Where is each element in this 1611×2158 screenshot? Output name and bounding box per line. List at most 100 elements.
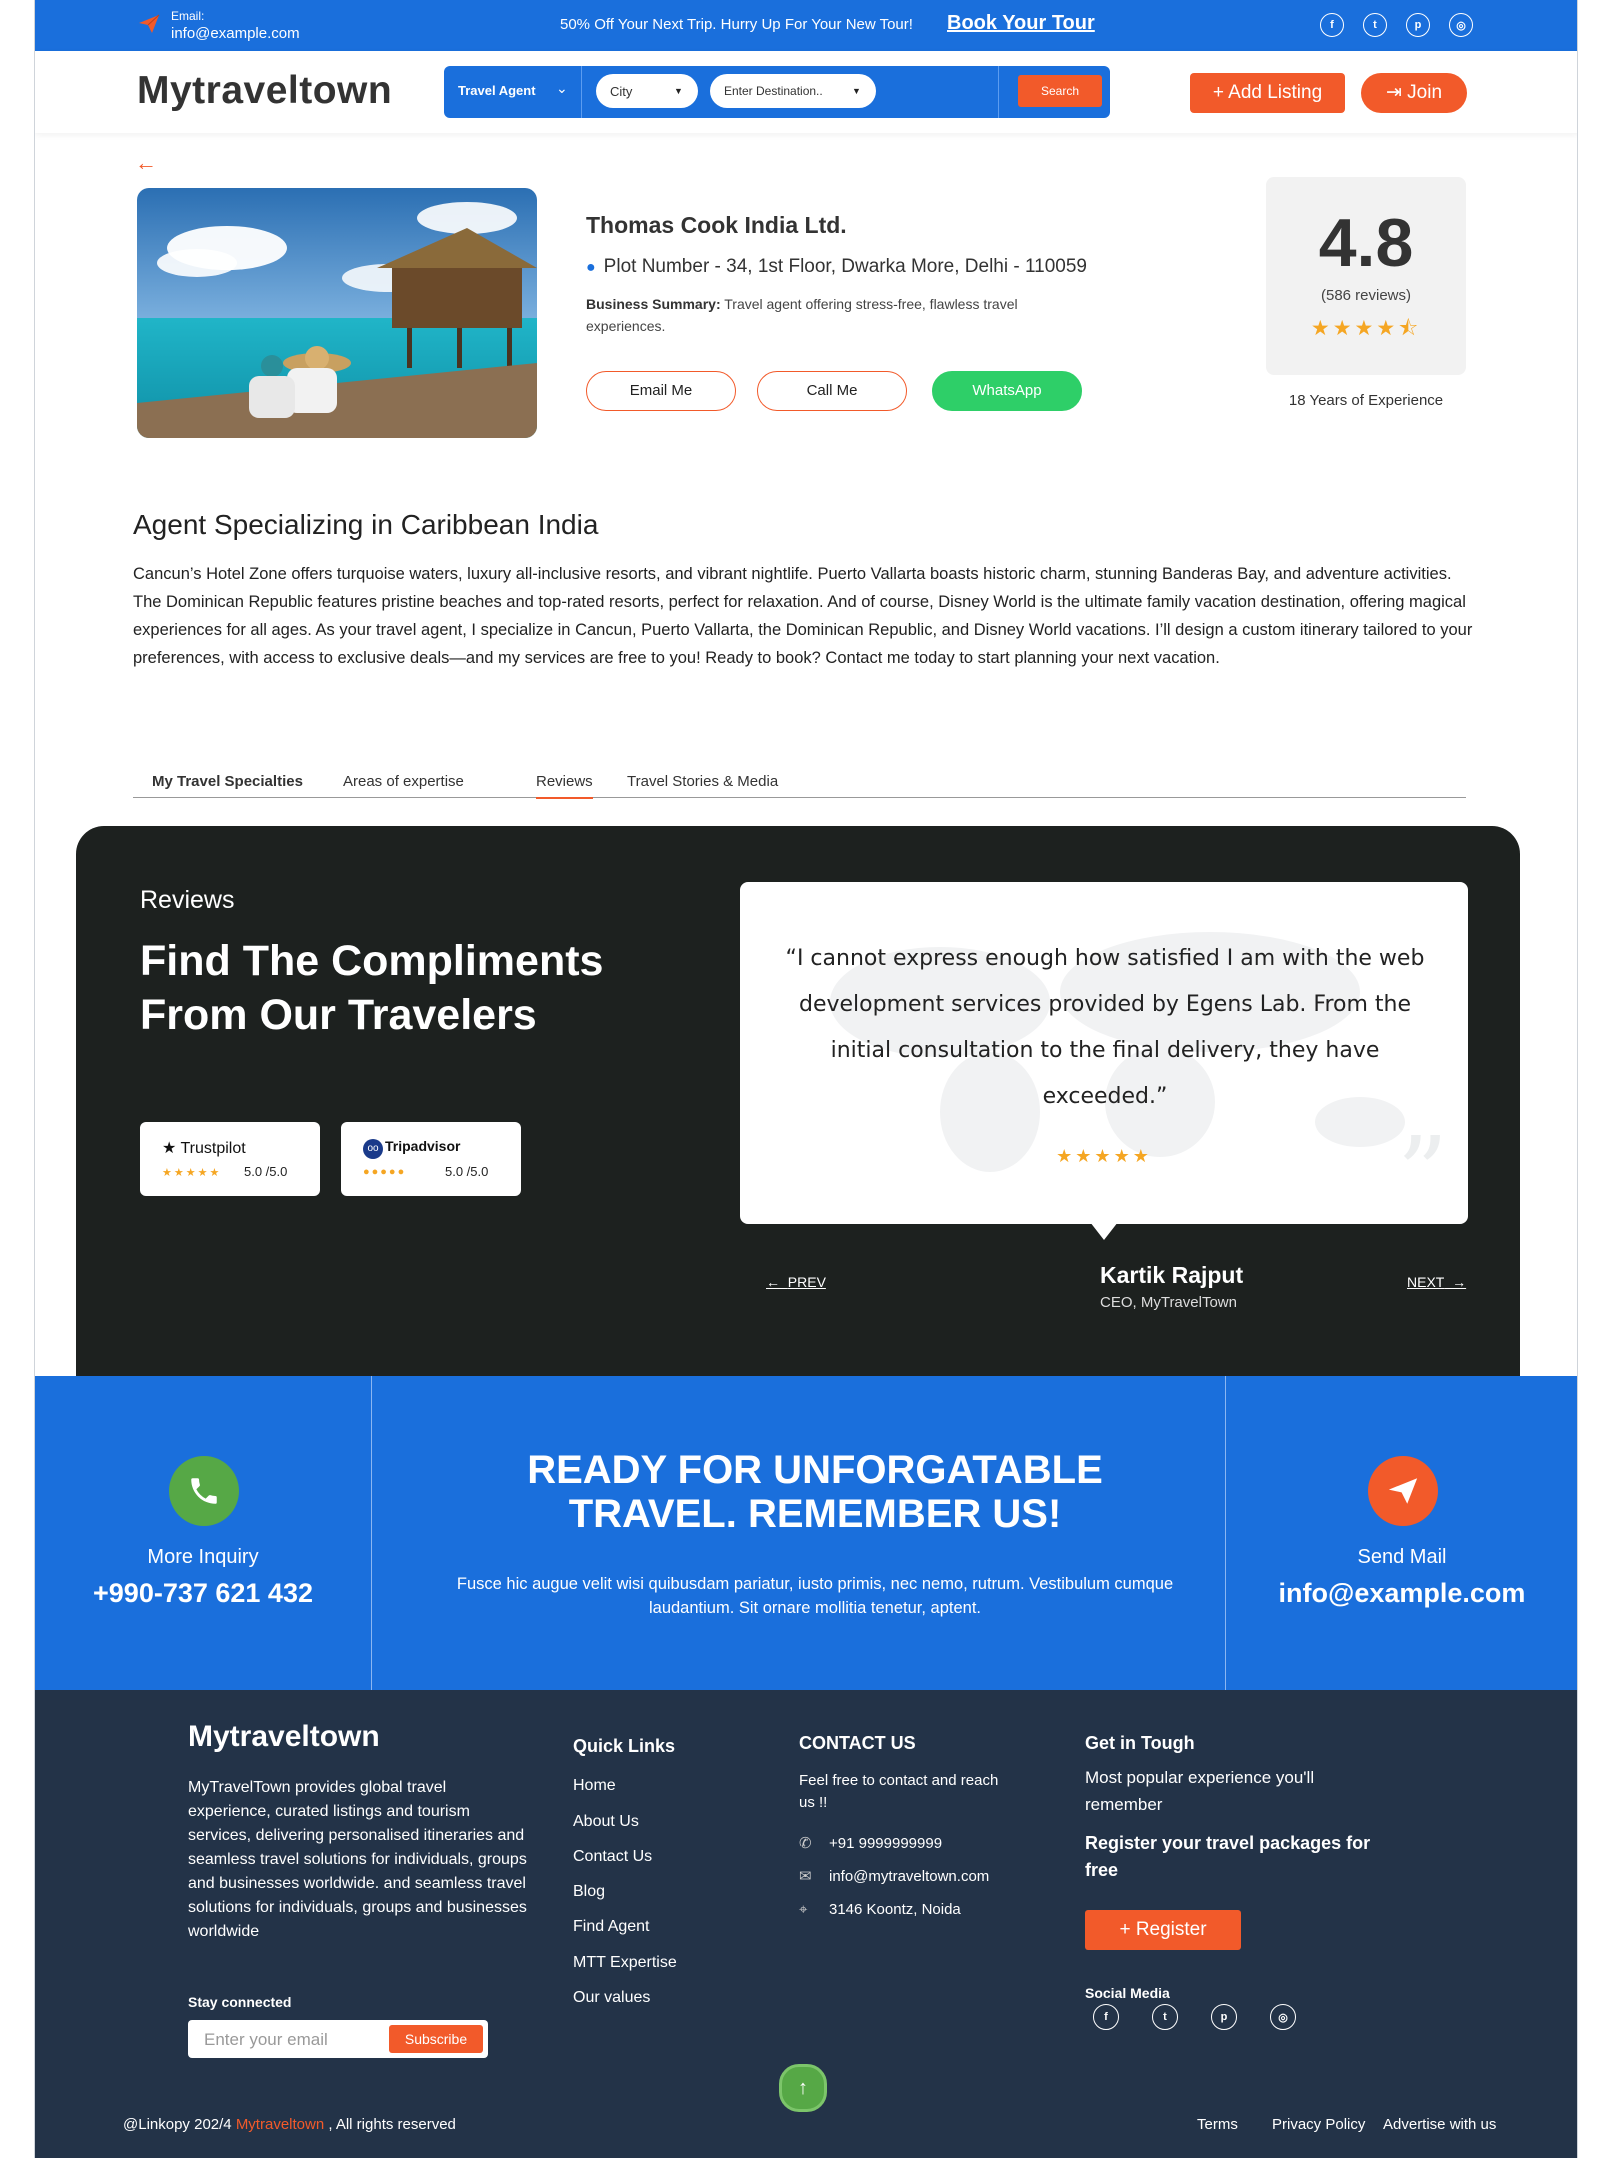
email-value[interactable]: info@example.com: [171, 25, 300, 42]
business-photo: [137, 188, 537, 438]
facebook-icon[interactable]: f: [1093, 2004, 1119, 2030]
send-mail-label: Send Mail: [1357, 1546, 1447, 1568]
join-label: Join: [1407, 82, 1443, 103]
destination-select[interactable]: Enter Destination.. ▼: [710, 74, 876, 108]
email-label: Email:: [171, 9, 205, 23]
footer-link-our-values[interactable]: Our values: [573, 1989, 650, 2007]
mail-icon: ✉: [799, 1868, 812, 1885]
quote-icon: ”: [1396, 1115, 1448, 1232]
business-name: Thomas Cook India Ltd.: [586, 212, 847, 238]
divider: [371, 1376, 372, 1690]
login-icon: ⇥: [1385, 82, 1408, 103]
address-text: Plot Number - 34, 1st Floor, Dwarka More…: [603, 256, 1087, 277]
top-bar: Email: info@example.com 50% Off Your Nex…: [35, 0, 1577, 51]
social-media-title: Social Media: [1085, 1985, 1170, 2001]
newsletter-email-input[interactable]: Enter your email: [204, 2030, 328, 2050]
footer-link-home[interactable]: Home: [573, 1777, 616, 1795]
stay-connected-label: Stay connected: [188, 1994, 292, 2010]
map-pin-icon: ●: [586, 259, 596, 276]
tripadvisor-owl-icon: oo: [363, 1139, 383, 1159]
tab-travel-specialties[interactable]: My Travel Specialties: [152, 773, 303, 797]
chevron-down-icon: ▼: [852, 86, 861, 96]
reviews-section: Reviews Find The Compliments From Our Tr…: [76, 826, 1520, 1376]
prev-button[interactable]: ← PREV: [766, 1274, 826, 1290]
inquiry-phone[interactable]: +990-737 621 432: [35, 1578, 371, 1609]
search-button[interactable]: Search: [1018, 75, 1102, 107]
plus-icon: +: [1212, 82, 1229, 103]
summary-label: Business Summary:: [586, 296, 721, 312]
badge-stars: ★★★★★: [162, 1167, 222, 1179]
chevron-down-icon[interactable]: ⌄: [556, 80, 568, 97]
twitter-icon[interactable]: t: [1363, 13, 1387, 37]
footer-link-about[interactable]: About Us: [573, 1813, 639, 1831]
contact-phone: +91 9999999999: [829, 1835, 943, 1852]
footer-privacy-link[interactable]: Privacy Policy: [1272, 2116, 1365, 2133]
touch-text: Most popular experience you'll remember: [1085, 1768, 1315, 1814]
category-select[interactable]: Travel Agent: [458, 83, 536, 98]
contact-phone-row[interactable]: ✆ +91 9999999999: [799, 1833, 942, 1855]
arrow-up-icon[interactable]: ↑: [779, 2064, 827, 2112]
city-select[interactable]: City ▼: [596, 74, 698, 108]
whatsapp-button[interactable]: WhatsApp: [932, 371, 1082, 411]
footer-advertise-link[interactable]: Advertise with us: [1383, 2116, 1496, 2133]
site-logo[interactable]: Mytraveltown: [137, 69, 392, 113]
trustpilot-badge[interactable]: ★ Trustpilot ★★★★★ 5.0 /5.0: [140, 1122, 320, 1196]
add-listing-button[interactable]: + Add Listing: [1190, 73, 1345, 113]
site-header: Mytraveltown Travel Agent ⌄ City ▼ Enter …: [35, 51, 1577, 133]
page-frame: Email: info@example.com 50% Off Your Nex…: [34, 0, 1578, 2158]
location-icon: ⌖: [799, 1901, 808, 1918]
tab-reviews[interactable]: Reviews: [536, 773, 593, 799]
copyright-post: , All rights reserved: [324, 2116, 456, 2133]
topbar-email[interactable]: Email: info@example.com: [171, 8, 300, 42]
join-button[interactable]: ⇥ Join: [1361, 73, 1467, 113]
tab-travel-stories[interactable]: Travel Stories & Media: [627, 773, 778, 797]
reviews-title: Find The Compliments From Our Travelers: [140, 937, 604, 1039]
instagram-icon[interactable]: ◎: [1270, 2004, 1296, 2030]
back-arrow-icon[interactable]: ←: [135, 150, 157, 176]
send-plane-icon: [139, 14, 160, 33]
quick-links-title: Quick Links: [573, 1736, 676, 1756]
footer-link-blog[interactable]: Blog: [573, 1883, 605, 1901]
divider: [581, 66, 582, 118]
tripadvisor-badge[interactable]: oo Tripadvisor ●●●●● 5.0 /5.0: [341, 1122, 521, 1196]
footer-terms-link[interactable]: Terms: [1197, 2116, 1238, 2133]
subscribe-button[interactable]: Subscribe: [389, 2025, 483, 2053]
promo-text: 50% Off Your Next Trip. Hurry Up For You…: [560, 16, 913, 33]
rating-box: 4.8 (586 reviews) ★★★★⯪: [1266, 177, 1466, 375]
reviews-kicker: Reviews: [140, 886, 235, 914]
pinterest-icon[interactable]: p: [1406, 13, 1430, 37]
copyright-brand[interactable]: Mytraveltown: [236, 2116, 324, 2133]
facebook-icon[interactable]: f: [1320, 13, 1344, 37]
twitter-icon[interactable]: t: [1152, 2004, 1178, 2030]
plus-icon: +: [1119, 1919, 1136, 1940]
contact-email-row[interactable]: ✉ info@mytraveltown.com: [799, 1866, 989, 1888]
register-label: Register: [1135, 1919, 1207, 1940]
cta-subtext: Fusce hic augue velit wisi quibusdam par…: [456, 1575, 1174, 1617]
badge-name: Tripadvisor: [385, 1138, 461, 1154]
book-tour-link[interactable]: Book Your Tour: [947, 12, 1095, 35]
reviewer-role: CEO, MyTravelTown: [1100, 1294, 1237, 1311]
touch-bold-text: Register your travel packages for free: [1085, 1833, 1371, 1880]
badge-score: 5.0 /5.0: [445, 1164, 489, 1179]
tab-areas-of-expertise[interactable]: Areas of expertise: [343, 773, 464, 797]
footer-link-contact[interactable]: Contact Us: [573, 1848, 652, 1866]
footer-link-mtt-expertise[interactable]: MTT Expertise: [573, 1954, 677, 1972]
register-button[interactable]: + Register: [1085, 1910, 1241, 1950]
contact-email: info@mytraveltown.com: [829, 1868, 990, 1885]
pinterest-icon[interactable]: p: [1211, 2004, 1237, 2030]
testimonial-text: “I cannot express enough how satisfied I…: [785, 946, 1425, 1109]
email-me-button[interactable]: Email Me: [586, 371, 736, 411]
call-me-button[interactable]: Call Me: [757, 371, 907, 411]
footer-link-find-agent[interactable]: Find Agent: [573, 1918, 650, 1936]
footer-logo[interactable]: Mytraveltown: [188, 1720, 380, 1754]
instagram-icon[interactable]: ◎: [1449, 13, 1473, 37]
copyright: @Linkopy 202/4 Mytraveltown , All rights…: [123, 2116, 456, 2133]
get-in-touch-title: Get in Tough: [1085, 1733, 1195, 1753]
send-plane-icon: [1368, 1456, 1438, 1526]
chevron-down-icon: ▼: [674, 86, 683, 96]
next-button[interactable]: NEXT →: [1407, 1274, 1466, 1290]
contact-title: CONTACT US: [799, 1733, 916, 1753]
add-listing-label: Add Listing: [1228, 82, 1323, 103]
cta-email[interactable]: info@example.com: [1225, 1578, 1577, 1609]
contact-address-row: ⌖ 3146 Koontz, Noida: [799, 1899, 961, 1921]
